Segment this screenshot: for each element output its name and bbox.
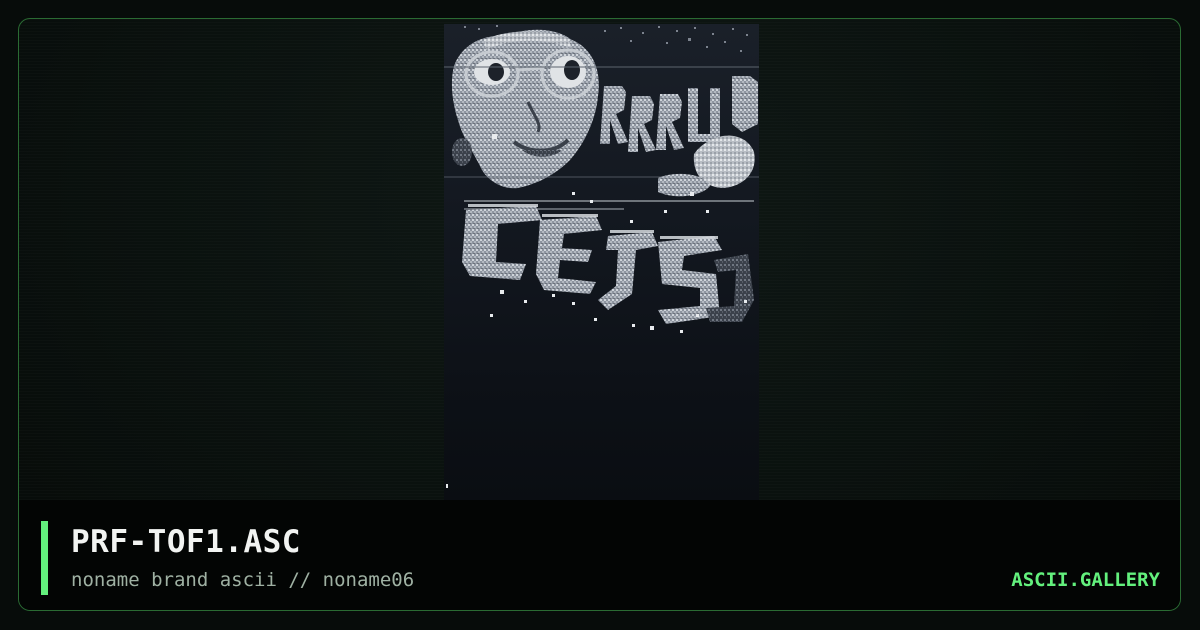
site-brand-link[interactable]: ASCII.GALLERY xyxy=(1011,567,1160,593)
ascii-artwork-image xyxy=(444,25,759,488)
ascii-artwork[interactable] xyxy=(444,24,759,502)
artwork-title: PRF-TOF1.ASC xyxy=(71,524,301,560)
accent-bar xyxy=(41,521,48,595)
card-frame: PRF-TOF1.ASC noname brand ascii // nonam… xyxy=(18,18,1181,611)
caption-bar: PRF-TOF1.ASC noname brand ascii // nonam… xyxy=(19,500,1180,610)
artwork-subtitle: noname brand ascii // noname06 xyxy=(71,569,415,591)
